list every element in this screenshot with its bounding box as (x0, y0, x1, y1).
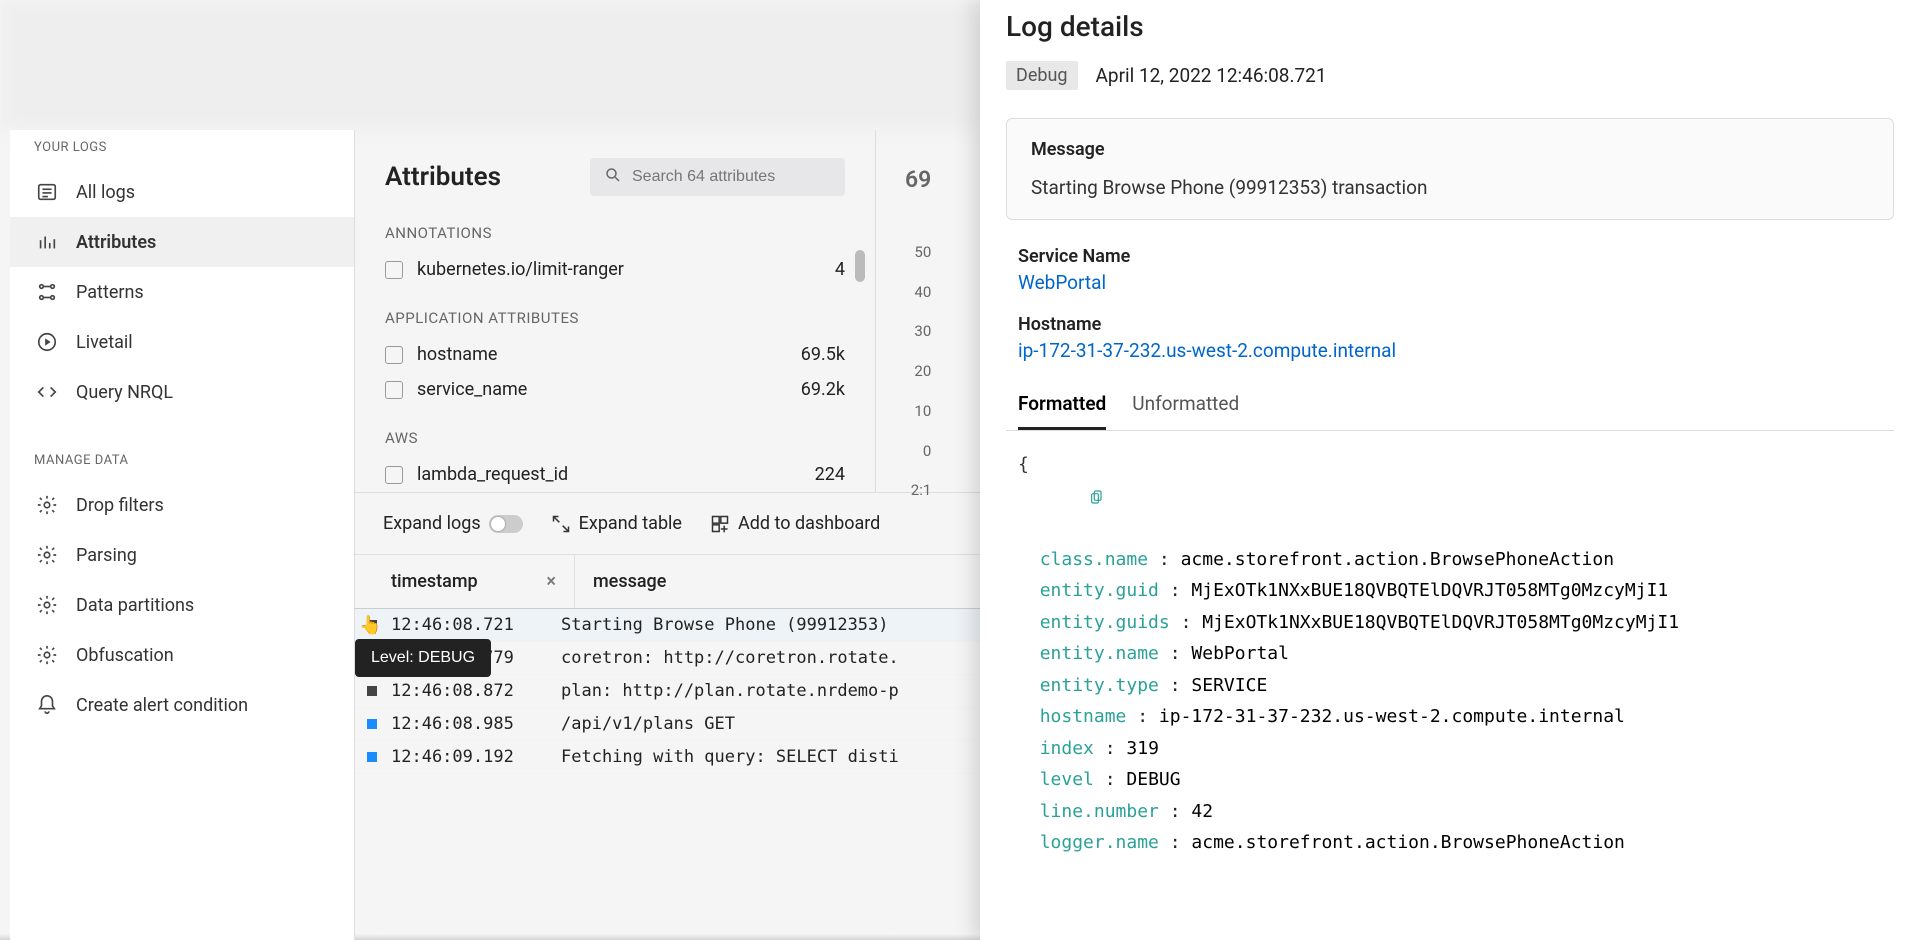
patterns-icon (36, 281, 58, 303)
add-to-dashboard-button[interactable]: Add to dashboard (710, 513, 880, 534)
sidebar-item-query-nrql[interactable]: Query NRQL (10, 367, 354, 417)
toggle-icon (489, 515, 523, 533)
gear-icon (36, 594, 58, 616)
sidebar-item-create-alert[interactable]: Create alert condition (10, 680, 354, 730)
attr-row[interactable]: kubernetes.io/limit-ranger 4 (385, 252, 845, 287)
checkbox[interactable] (385, 381, 403, 399)
bell-icon (36, 694, 58, 716)
sidebar-item-livetail[interactable]: Livetail (10, 317, 354, 367)
sidebar-item-data-partitions[interactable]: Data partitions (10, 580, 354, 630)
search-icon (604, 166, 622, 188)
hostname-link[interactable]: ip-172-31-37-232.us-west-2.compute.inter… (1018, 339, 1894, 362)
gear-icon (36, 544, 58, 566)
attr-row[interactable]: service_name 69.2k (385, 372, 845, 407)
level-badge: Debug (1006, 61, 1078, 90)
sidebar-label: Create alert condition (76, 695, 248, 716)
details-timestamp: April 12, 2022 12:46:08.721 (1096, 64, 1327, 87)
sidebar-label: Data partitions (76, 595, 194, 616)
service-name-link[interactable]: WebPortal (1018, 271, 1894, 294)
message-label: Message (1031, 139, 1869, 160)
attributes-title: Attributes (385, 162, 501, 192)
sidebar-section-manage-data: MANAGE DATA (10, 443, 354, 480)
bars-icon (36, 231, 58, 253)
sidebar-item-drop-filters[interactable]: Drop filters (10, 480, 354, 530)
sidebar-section-your-logs: YOUR LOGS (10, 130, 354, 167)
service-name-label: Service Name (1018, 246, 1894, 267)
attributes-search[interactable] (590, 158, 845, 196)
checkbox[interactable] (385, 346, 403, 364)
sidebar-label: Livetail (76, 332, 133, 353)
message-box: Message Starting Browse Phone (99912353)… (1006, 118, 1894, 220)
remove-column-icon[interactable]: × (546, 571, 556, 592)
sidebar-item-obfuscation[interactable]: Obfuscation (10, 630, 354, 680)
level-dot-icon (367, 686, 377, 696)
scrollbar-thumb[interactable] (855, 250, 865, 282)
level-dot-icon (367, 752, 377, 762)
level-tooltip: Level: DEBUG (355, 639, 491, 677)
column-timestamp[interactable]: timestamp × (355, 555, 575, 608)
sidebar-item-parsing[interactable]: Parsing (10, 530, 354, 580)
sidebar: YOUR LOGS All logs Attributes Patterns L… (10, 130, 355, 940)
expand-table-button[interactable]: Expand table (551, 513, 682, 534)
tab-unformatted[interactable]: Unformatted (1132, 382, 1239, 430)
sidebar-label: Attributes (76, 232, 156, 253)
tab-formatted[interactable]: Formatted (1018, 382, 1106, 430)
play-circle-icon (36, 331, 58, 353)
attr-group-annotations: ANNOTATIONS (385, 224, 845, 242)
gear-icon (36, 644, 58, 666)
sidebar-item-patterns[interactable]: Patterns (10, 267, 354, 317)
details-title: Log details (1006, 10, 1894, 43)
sidebar-label: Parsing (76, 545, 137, 566)
sidebar-label: Obfuscation (76, 645, 174, 666)
gear-icon (36, 494, 58, 516)
list-icon (36, 181, 58, 203)
level-dot-icon (367, 719, 377, 729)
attr-row[interactable]: hostname 69.5k (385, 337, 845, 372)
sidebar-item-attributes[interactable]: Attributes (10, 217, 354, 267)
sidebar-item-all-logs[interactable]: All logs (10, 167, 354, 217)
chart-axis-stub: 69 50 40 30 20 10 0 2:1 (905, 150, 931, 511)
sidebar-label: Drop filters (76, 495, 164, 516)
checkbox[interactable] (385, 466, 403, 484)
json-view: { class.name : acme.storefront.action.Br… (1006, 431, 1894, 859)
code-icon (36, 381, 58, 403)
sidebar-label: Query NRQL (76, 382, 173, 403)
dashboard-plus-icon (710, 514, 730, 534)
expand-logs-toggle[interactable]: Expand logs (383, 513, 523, 534)
attributes-search-input[interactable] (632, 168, 831, 186)
attributes-panel: Attributes ANNOTATIONS kubernetes.io/lim… (355, 130, 875, 492)
log-details-panel: Log details Debug April 12, 2022 12:46:0… (980, 0, 1920, 940)
copy-icon[interactable] (1089, 489, 1105, 505)
level-dot-icon (367, 620, 377, 630)
checkbox[interactable] (385, 261, 403, 279)
hostname-label: Hostname (1018, 314, 1894, 335)
attr-group-app: APPLICATION ATTRIBUTES (385, 309, 845, 327)
attr-group-aws: AWS (385, 429, 845, 447)
message-text: Starting Browse Phone (99912353) transac… (1031, 176, 1869, 199)
sidebar-label: All logs (76, 182, 135, 203)
attr-row[interactable]: lambda_request_id 224 (385, 457, 845, 492)
expand-icon (551, 514, 571, 534)
sidebar-label: Patterns (76, 282, 144, 303)
